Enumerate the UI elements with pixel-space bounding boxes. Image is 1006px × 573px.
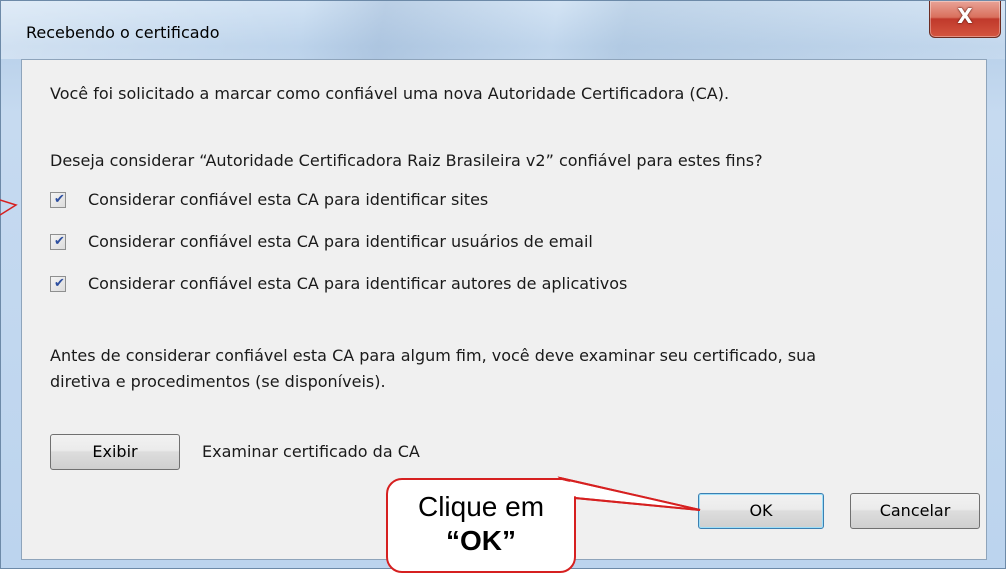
callout-line1: Clique em bbox=[417, 491, 545, 522]
callout-line2: “OK” bbox=[446, 525, 516, 556]
callout-text: Clique em “OK” bbox=[386, 490, 576, 558]
callout-pointer-cover bbox=[559, 477, 701, 511]
